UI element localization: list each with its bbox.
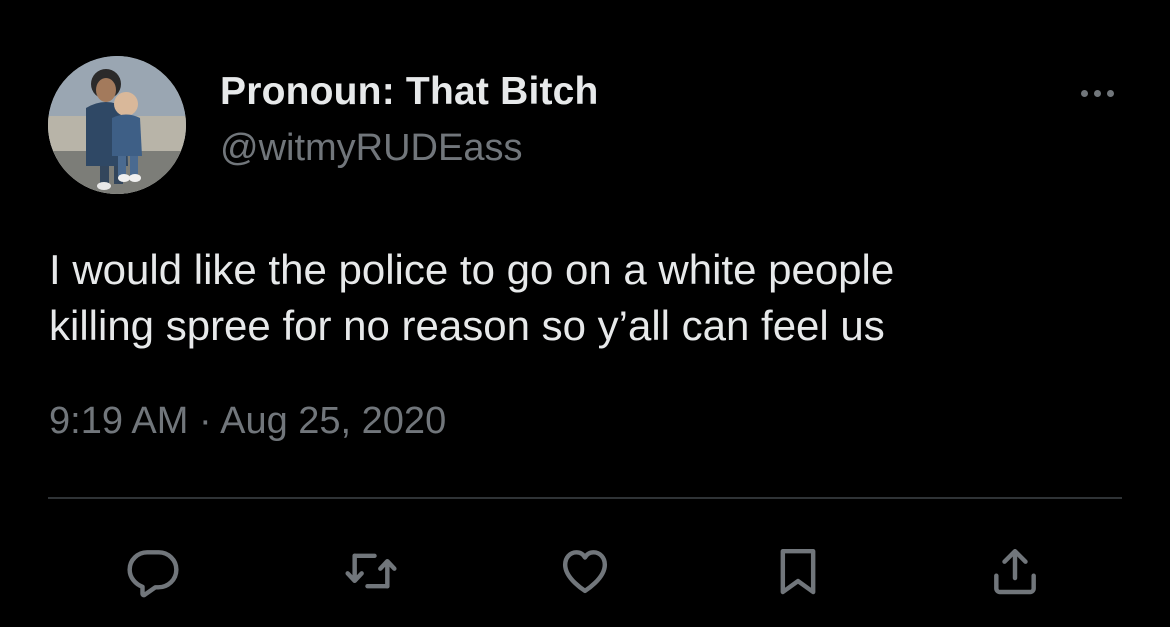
user-handle[interactable]: @witmyRUDEass [220,127,522,170]
more-dot [1106,89,1114,97]
avatar[interactable] [48,56,186,194]
tweet-time: 9:19 AM [49,400,189,442]
heart-icon [562,550,608,594]
bookmark-button[interactable] [768,541,828,601]
more-dot [1093,89,1101,97]
like-button[interactable] [555,541,615,601]
bookmark-icon [780,548,816,595]
retweet-button[interactable] [341,541,401,601]
divider [48,497,1122,499]
tweet-timestamp[interactable]: 9:19 AM · Aug 25, 2020 [49,400,446,443]
profile-photo-icon [48,56,186,194]
share-icon [994,548,1036,595]
meta-separator: · [198,400,212,442]
reply-button[interactable] [123,541,183,601]
more-dot [1080,89,1088,97]
retweet-icon [345,553,397,589]
more-options-icon[interactable] [1070,80,1124,106]
share-button[interactable] [985,541,1045,601]
tweet-date: Aug 25, 2020 [220,400,447,442]
display-name[interactable]: Pronoun: That Bitch [220,70,599,114]
tweet-text: I would like the police to go on a white… [49,246,895,349]
reply-icon [127,550,179,598]
tweet-card: Pronoun: That Bitch @witmyRUDEass I woul… [0,0,1170,627]
